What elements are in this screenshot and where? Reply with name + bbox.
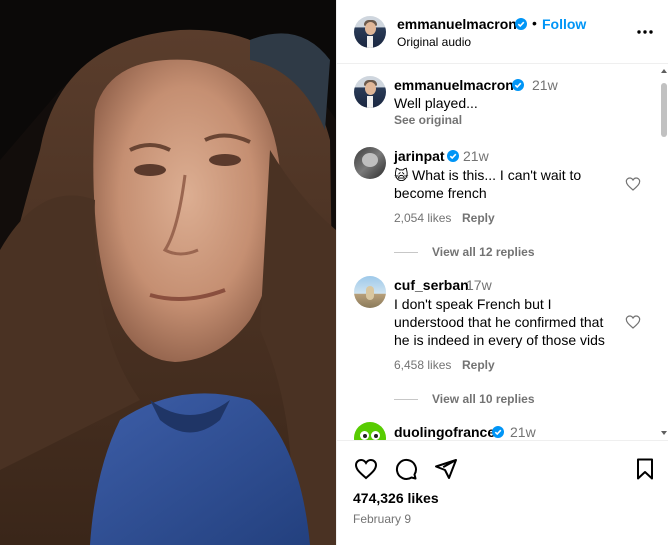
- comment-username[interactable]: duolingofrance: [394, 424, 495, 440]
- comment-text-cont: become french: [394, 185, 487, 201]
- share-paper-plane-icon[interactable]: [434, 457, 458, 481]
- scrollbar-thumb[interactable]: [661, 83, 667, 137]
- replies-divider: [394, 399, 418, 401]
- comment-likes[interactable]: 6,458 likes: [394, 358, 451, 372]
- comment-username[interactable]: jarinpat: [394, 148, 445, 164]
- reply-button[interactable]: Reply: [462, 358, 495, 372]
- like-heart-icon[interactable]: [354, 457, 378, 481]
- comment-avatar[interactable]: [354, 422, 386, 440]
- replies-divider: [394, 252, 418, 254]
- verified-badge-icon: [447, 150, 459, 162]
- save-bookmark-icon[interactable]: [633, 457, 657, 481]
- verified-badge-icon: [512, 79, 524, 91]
- audio-label[interactable]: Original audio: [397, 35, 471, 49]
- comment-time[interactable]: 21w: [463, 148, 489, 164]
- view-replies-button[interactable]: View all 10 replies: [394, 392, 535, 406]
- post-side-panel: emmanuelmacron • Follow Original audio e…: [336, 0, 668, 545]
- verified-badge-icon: [515, 18, 527, 30]
- comment-text-cont: understood that he confirmed that: [394, 314, 604, 330]
- like-comment-heart-icon[interactable]: [625, 176, 641, 192]
- follow-button[interactable]: Follow: [542, 16, 586, 32]
- comments-list[interactable]: emmanuelmacron 21w Well played... See or…: [337, 65, 668, 440]
- view-replies-button[interactable]: View all 12 replies: [394, 245, 535, 259]
- comment-bubble-icon[interactable]: [394, 457, 418, 481]
- view-replies-label: View all 10 replies: [432, 392, 535, 406]
- post-header: emmanuelmacron • Follow Original audio: [337, 0, 668, 64]
- scroll-up-arrow-icon[interactable]: [661, 69, 667, 73]
- like-comment-heart-icon[interactable]: [625, 314, 641, 330]
- post-likes-count[interactable]: 474,326 likes: [353, 490, 439, 506]
- comment-avatar[interactable]: [354, 276, 386, 308]
- post-date[interactable]: February 9: [353, 512, 411, 526]
- emoji-scream-cat-icon: 🙀: [394, 167, 409, 183]
- comment-username[interactable]: cuf_serban: [394, 277, 469, 293]
- separator-dot: •: [532, 15, 537, 31]
- comment-time[interactable]: 21w: [532, 77, 558, 93]
- reply-button[interactable]: Reply: [462, 211, 495, 225]
- comment-text: Well played...: [394, 95, 478, 111]
- author-username[interactable]: emmanuelmacron: [397, 16, 517, 32]
- caption-avatar[interactable]: [354, 76, 386, 108]
- comment-likes[interactable]: 2,054 likes: [394, 211, 451, 225]
- post-actions: 474,326 likes February 9: [337, 440, 668, 545]
- comment-time[interactable]: 17w: [466, 277, 492, 293]
- comment-avatar[interactable]: [354, 147, 386, 179]
- more-dots-icon[interactable]: [635, 24, 655, 40]
- see-original-link[interactable]: See original: [394, 113, 462, 127]
- post-media[interactable]: [0, 0, 336, 545]
- comment-username[interactable]: emmanuelmacron: [394, 77, 514, 93]
- author-avatar[interactable]: [354, 16, 386, 48]
- comment-text: What is this... I can't wait to: [412, 167, 582, 183]
- comment-text: I don't speak French but I: [394, 296, 552, 312]
- scroll-down-arrow-icon[interactable]: [661, 431, 667, 435]
- view-replies-label: View all 12 replies: [432, 245, 535, 259]
- comment-time[interactable]: 21w: [510, 424, 536, 440]
- video-frame-image: [0, 0, 336, 545]
- comments-scrollbar[interactable]: [659, 65, 668, 440]
- verified-badge-icon: [492, 426, 504, 438]
- comment-text-cont: he is indeed in every of those vids: [394, 332, 605, 348]
